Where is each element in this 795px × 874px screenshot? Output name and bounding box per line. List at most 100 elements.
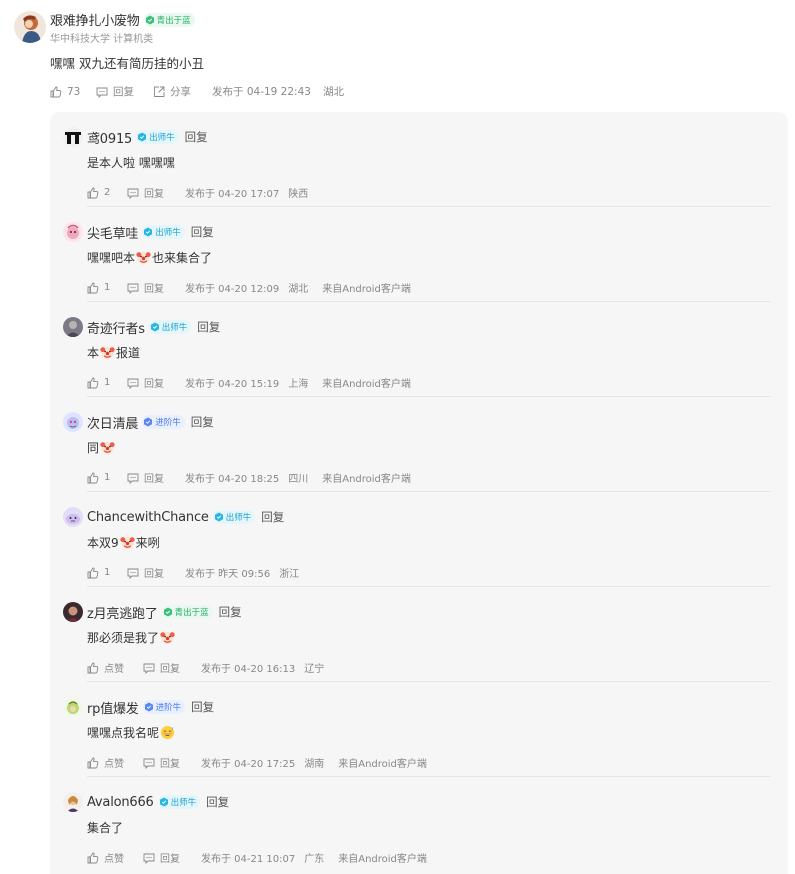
avatar[interactable] — [63, 317, 83, 337]
reply-item: 奇迹行者s 出师牛 回复本报道 1 回复 发布于 04-20 15:19 上海 来自Andro… — [50, 302, 788, 397]
reply-text-segment: 嘿嘿吧本 — [87, 251, 136, 265]
avatar[interactable] — [63, 602, 83, 622]
reply-location: 湖南 — [304, 759, 325, 770]
reply-button[interactable]: 回复 — [127, 185, 185, 200]
level-badge: 进阶牛 — [142, 700, 186, 714]
reply-to-button[interactable]: 回复 — [185, 129, 208, 145]
thumbs-up-icon — [87, 757, 99, 768]
reply-author-name[interactable]: z月亮逃跑了 — [87, 603, 158, 622]
reply-author-name[interactable]: 鸢0915 — [87, 128, 132, 147]
comment-icon — [143, 758, 155, 769]
reply-location: 辽宁 — [304, 664, 325, 675]
like-button[interactable]: 点赞 — [87, 755, 143, 770]
avatar[interactable] — [63, 412, 83, 432]
clown-face-emoji — [100, 346, 115, 360]
hexagon-badge-icon — [145, 15, 154, 24]
reply-button[interactable]: 回复 — [127, 280, 185, 295]
comment-icon — [127, 378, 139, 389]
post-time: 发布于 04-19 22:43 — [212, 86, 311, 98]
reply-to-button[interactable]: 回复 — [219, 604, 242, 620]
reply-author-name[interactable]: 奇迹行者s — [87, 318, 145, 337]
hexagon-badge-icon — [144, 227, 153, 237]
reply-text-segment: 也来集合了 — [152, 251, 213, 265]
comment-icon — [127, 283, 139, 294]
reply-to-button[interactable]: 回复 — [191, 699, 214, 715]
reply-button[interactable]: 回复 — [127, 375, 185, 390]
like-button[interactable]: 点赞 — [87, 660, 143, 675]
reply-content: 本 报道 — [87, 344, 140, 361]
avatar[interactable] — [63, 697, 83, 717]
reply-actions: 1 回复 发布于 昨天 09:56 浙江 — [87, 565, 313, 580]
avatar[interactable] — [63, 222, 83, 242]
reply-author-name[interactable]: 次日清晨 — [87, 413, 138, 432]
like-button[interactable]: 73 — [50, 86, 96, 98]
reply-button[interactable]: 回复 — [143, 755, 201, 770]
clown-face-emoji — [120, 536, 135, 550]
like-count: 1 — [104, 472, 111, 483]
avatar[interactable] — [63, 127, 83, 147]
reply-location: 上海 — [288, 379, 309, 390]
reply-item: ChancewithChance 出师牛 回复 本双9 来咧 1 回复 发布于 昨天 09:5… — [50, 492, 788, 587]
post-actions: 73 回复 分享 发布于 04-19 22:43 湖北 — [50, 84, 344, 99]
like-button[interactable]: 1 — [87, 472, 127, 484]
level-badge-label: 出师牛 — [225, 513, 252, 523]
reply-item: 尖毛草哇 出师牛 回复 嘿嘿吧本 也来集合了 1 回复 发布于 04-20 12:09 湖北 来自… — [50, 207, 788, 302]
reply-label: 回复 — [144, 569, 164, 580]
reply-to-button[interactable]: 回复 — [206, 794, 229, 810]
reply-to-button[interactable]: 回复 — [261, 509, 284, 525]
reply-button[interactable]: 回复 — [96, 84, 153, 99]
reply-button[interactable]: 回复 — [127, 565, 185, 580]
reply-author-name[interactable]: ChancewithChance — [87, 510, 209, 525]
post-content: 嘿嘿 双九还有简历挂的小丑 — [50, 56, 204, 71]
reply-source: 来自Android客户端 — [338, 854, 427, 865]
comment-icon — [127, 568, 139, 579]
reply-label: 回复 — [113, 86, 134, 98]
avatar[interactable] — [63, 507, 83, 527]
like-count: 点赞 — [104, 854, 124, 865]
like-button[interactable]: 点赞 — [87, 850, 143, 865]
share-label: 分享 — [170, 86, 191, 98]
author-school: 华中科技大学 计算机类 — [50, 34, 154, 45]
reply-content: 那必须是我了 — [87, 629, 176, 646]
reply-actions: 1 回复 发布于 04-20 18:25 四川 来自Android客户端 — [87, 470, 411, 485]
hexagon-badge-icon — [214, 512, 223, 522]
reply-location: 湖北 — [288, 284, 309, 295]
reply-time: 发布于 04-21 10:07 — [201, 854, 296, 865]
avatar[interactable] — [63, 792, 83, 812]
like-button[interactable]: 2 — [87, 187, 127, 199]
reply-item: rp值爆发 进阶牛 回复 嘿嘿点我名呢 点赞 回复 发布于 04-20 17:25 湖南 来自A… — [50, 682, 788, 777]
level-badge: 青出于蓝 — [143, 12, 195, 27]
reply-location: 四川 — [288, 474, 309, 485]
reply-to-button[interactable]: 回复 — [191, 414, 214, 430]
reply-author-name[interactable]: Avalon666 — [87, 795, 154, 810]
comment-icon — [127, 473, 139, 484]
reply-time: 发布于 04-20 17:25 — [201, 759, 296, 770]
like-count: 2 — [104, 187, 111, 198]
like-count: 1 — [104, 282, 111, 293]
level-badge-label: 青出于蓝 — [174, 608, 209, 618]
reply-actions: 2 回复 发布于 04-20 17:07 陕西 — [87, 185, 322, 200]
share-button[interactable]: 分享 — [153, 84, 212, 99]
post-author-name[interactable]: 艰难挣扎小废物 — [50, 10, 140, 29]
like-button[interactable]: 1 — [87, 567, 127, 579]
clown-face-emoji — [136, 251, 151, 265]
hexagon-badge-icon — [144, 702, 153, 712]
level-badge-label: 出师牛 — [170, 798, 197, 808]
like-button[interactable]: 1 — [87, 282, 127, 294]
avatar[interactable] — [14, 11, 46, 43]
reply-text-segment: 本双9 — [87, 536, 119, 550]
reply-author-name[interactable]: 尖毛草哇 — [87, 223, 138, 242]
reply-author-name[interactable]: rp值爆发 — [87, 698, 139, 717]
like-button[interactable]: 1 — [87, 377, 127, 389]
thumbs-up-icon — [87, 282, 99, 293]
reply-button[interactable]: 回复 — [143, 660, 201, 675]
reply-location: 陕西 — [288, 189, 309, 200]
hexagon-badge-icon — [144, 417, 153, 427]
reply-to-button[interactable]: 回复 — [191, 224, 214, 240]
reply-button[interactable]: 回复 — [143, 850, 201, 865]
reply-to-button[interactable]: 回复 — [197, 319, 220, 335]
comment-icon — [127, 188, 139, 199]
reply-text-segment: 来咧 — [135, 536, 160, 550]
reply-time: 发布于 04-20 16:13 — [201, 664, 296, 675]
reply-button[interactable]: 回复 — [127, 470, 185, 485]
